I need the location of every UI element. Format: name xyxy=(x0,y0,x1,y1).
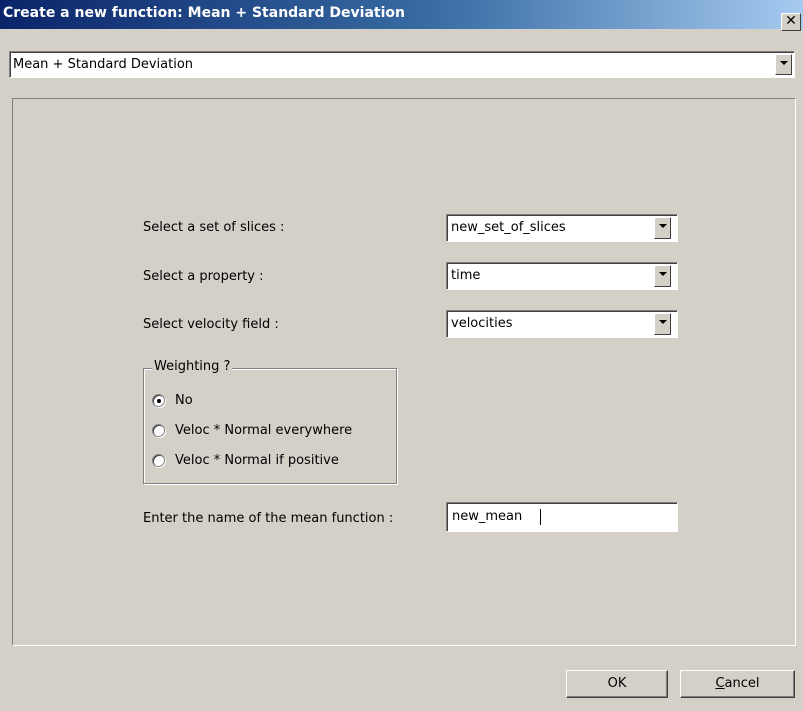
cancel-button-label: Cancel xyxy=(715,676,760,691)
velocity-dropdown-button[interactable] xyxy=(654,313,671,335)
slices-select[interactable]: new_set_of_slices xyxy=(446,214,678,242)
close-icon: ✕ xyxy=(785,13,797,29)
radio-dot-icon xyxy=(157,399,161,403)
create-function-dialog: Create a new function: Mean + Standard D… xyxy=(0,0,803,711)
ok-button-label: OK xyxy=(607,676,627,691)
cancel-button[interactable]: Cancel xyxy=(680,670,795,698)
chevron-down-icon xyxy=(659,320,667,324)
mean-name-input[interactable]: new_mean xyxy=(446,502,678,532)
slices-value: new_set_of_slices xyxy=(451,220,566,235)
weighting-option-label: No xyxy=(175,393,193,408)
function-type-select[interactable]: Mean + Standard Deviation xyxy=(9,51,795,78)
property-label: Select a property : xyxy=(143,269,264,284)
options-panel xyxy=(12,98,796,646)
function-type-dropdown-button[interactable] xyxy=(775,54,792,75)
close-button[interactable]: ✕ xyxy=(781,13,801,31)
velocity-label: Select velocity field : xyxy=(143,317,279,332)
chevron-down-icon xyxy=(780,61,788,65)
radio-button[interactable] xyxy=(152,454,165,467)
function-type-value: Mean + Standard Deviation xyxy=(13,57,194,72)
radio-button[interactable] xyxy=(152,394,165,407)
property-dropdown-button[interactable] xyxy=(654,265,671,287)
weighting-option-label: Veloc * Normal everywhere xyxy=(175,423,353,438)
text-cursor xyxy=(540,509,541,525)
title-bar[interactable]: Create a new function: Mean + Standard D… xyxy=(0,0,803,29)
chevron-down-icon xyxy=(659,224,667,228)
ok-button[interactable]: OK xyxy=(566,670,668,698)
radio-button[interactable] xyxy=(152,424,165,437)
slices-dropdown-button[interactable] xyxy=(654,217,671,239)
mean-name-value: new_mean xyxy=(452,509,523,524)
weighting-option-label: Veloc * Normal if positive xyxy=(175,453,339,468)
chevron-down-icon xyxy=(659,272,667,276)
property-select[interactable]: time xyxy=(446,262,678,290)
velocity-value: velocities xyxy=(451,316,513,331)
weighting-legend: Weighting ? xyxy=(152,359,233,374)
window-title: Create a new function: Mean + Standard D… xyxy=(3,5,405,21)
velocity-select[interactable]: velocities xyxy=(446,310,678,338)
slices-label: Select a set of slices : xyxy=(143,220,285,235)
property-value: time xyxy=(451,268,481,283)
mean-name-label: Enter the name of the mean function : xyxy=(143,511,394,526)
